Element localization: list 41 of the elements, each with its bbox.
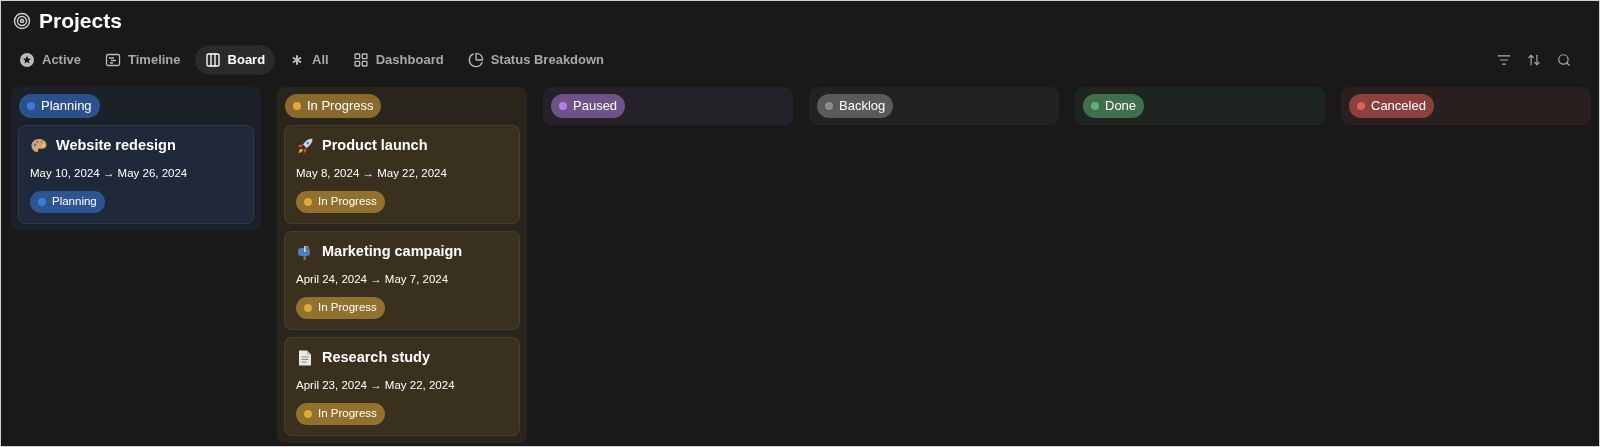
date-range: April 23, 2024 → May 22, 2024 [296, 377, 456, 393]
column-status-tag: Planning [19, 94, 100, 118]
card-status-tag: In Progress [296, 191, 385, 213]
sort-icon[interactable] [1527, 53, 1541, 67]
card-title: Marketing campaign [322, 242, 463, 261]
view-tab[interactable]: Active [9, 45, 92, 75]
project-card[interactable]: Marketing campaign April 24, 2024 → May 7, 2024 In Progress [284, 231, 520, 330]
card-status-tag: Planning [30, 191, 105, 213]
column-status-tag: In Progress [285, 94, 382, 118]
page-title: Projects [39, 7, 122, 34]
date-range: May 8, 2024 → May 22, 2024 [296, 165, 448, 181]
card-status-tag: In Progress [296, 403, 385, 425]
view-tab[interactable]: Status Breakdown [457, 45, 615, 75]
card-status-tag: In Progress [296, 297, 385, 319]
timeline-icon [105, 52, 122, 68]
column-status-tag: Done [1083, 94, 1145, 118]
rocket-icon [296, 136, 314, 155]
view-tab[interactable]: All [279, 45, 339, 75]
date-range: April 24, 2024 → May 7, 2024 [296, 271, 450, 287]
document-icon [296, 348, 314, 367]
view-tab[interactable]: Board [194, 45, 276, 75]
card-title: Website redesign [56, 136, 176, 155]
search-icon[interactable] [1557, 53, 1571, 67]
column-status-tag: Paused [551, 94, 626, 118]
target-icon [13, 11, 31, 30]
card-title: Research study [322, 348, 430, 367]
column-status-tag: Backlog [817, 94, 894, 118]
grid-icon [352, 52, 369, 68]
project-card[interactable]: Website redesign May 10, 2024 → May 26, 2024 Planning [18, 125, 254, 224]
filter-icon[interactable] [1497, 53, 1511, 67]
palette-icon [30, 136, 48, 155]
date-range: May 10, 2024 → May 26, 2024 [30, 165, 189, 181]
view-tab[interactable]: Timeline [95, 45, 191, 75]
project-card[interactable]: Product launch May 8, 2024 → May 22, 2024 In Progress [284, 125, 520, 224]
project-card[interactable]: Research study April 23, 2024 → May 22, 2024 In Progress [284, 337, 520, 436]
view-tab[interactable]: Dashboard [342, 45, 454, 75]
pie-chart-icon [467, 52, 484, 68]
star-circle-icon [19, 52, 35, 68]
card-title: Product launch [322, 136, 428, 155]
column-status-tag: Canceled [1349, 94, 1434, 118]
board-columns-icon [204, 52, 221, 68]
